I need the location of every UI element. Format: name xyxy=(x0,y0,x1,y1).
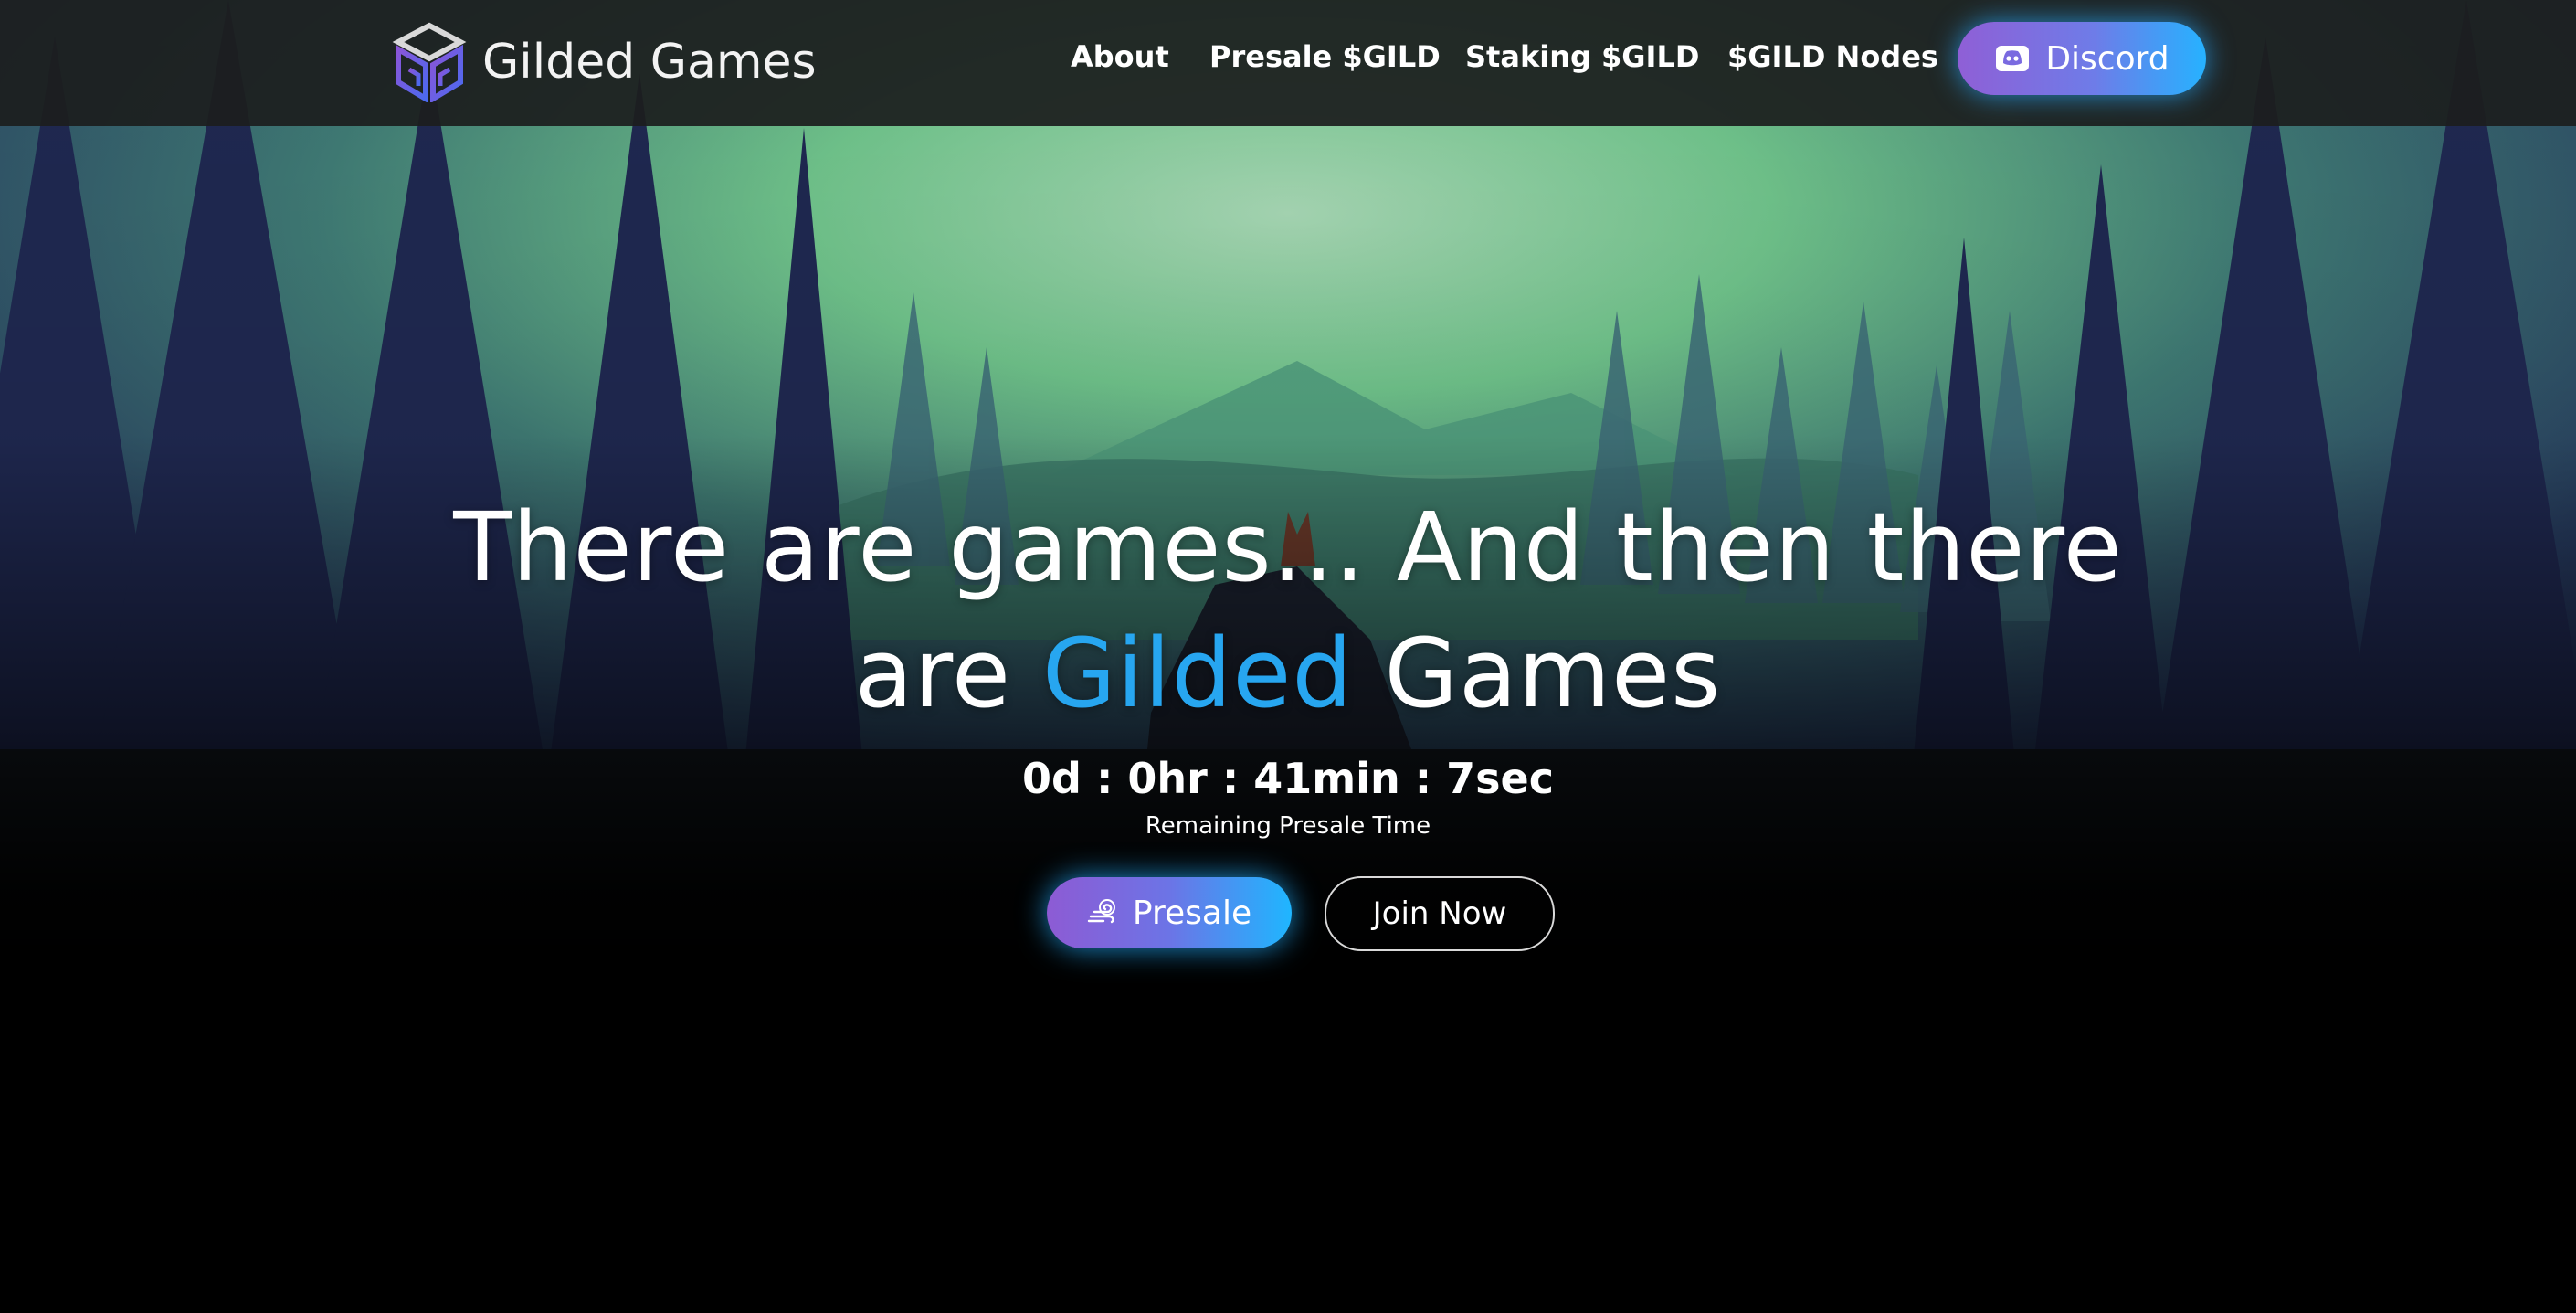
countdown-label: Remaining Presale Time xyxy=(1145,812,1431,840)
discord-button[interactable]: Discord xyxy=(1958,22,2206,95)
wind-icon xyxy=(1087,899,1115,924)
headline-post: Games xyxy=(1353,618,1722,729)
presale-label: Presale xyxy=(1132,894,1252,932)
cube-logo-icon xyxy=(392,22,467,102)
join-now-button[interactable]: Join Now xyxy=(1325,876,1555,951)
headline-line-2: are Gilded Games xyxy=(0,610,2576,736)
headline-pre: are xyxy=(854,618,1042,729)
discord-label: Discord xyxy=(2045,39,2170,78)
hero-headline: There are games... And then there are Gi… xyxy=(0,484,2576,736)
nav-presale-gild[interactable]: Presale $GILD xyxy=(1209,27,1441,86)
nav-gild-nodes[interactable]: $GILD Nodes xyxy=(1727,27,1938,86)
presale-button[interactable]: Presale xyxy=(1047,877,1292,948)
nav-about[interactable]: About xyxy=(1071,27,1169,86)
headline-accent: Gilded xyxy=(1041,618,1354,729)
presale-countdown: 0d : 0hr : 41min : 7sec xyxy=(1022,754,1554,803)
nav-staking-gild[interactable]: Staking $GILD xyxy=(1465,27,1699,86)
brand-logo[interactable]: Gilded Games xyxy=(391,16,817,108)
headline-line-1: There are games... And then there xyxy=(453,492,2123,603)
page: Gilded Games About Presale $GILD Staking… xyxy=(0,0,2576,1313)
site-header: Gilded Games About Presale $GILD Staking… xyxy=(0,0,2576,126)
discord-icon xyxy=(1996,46,2030,71)
brand-name: Gilded Games xyxy=(482,35,817,90)
